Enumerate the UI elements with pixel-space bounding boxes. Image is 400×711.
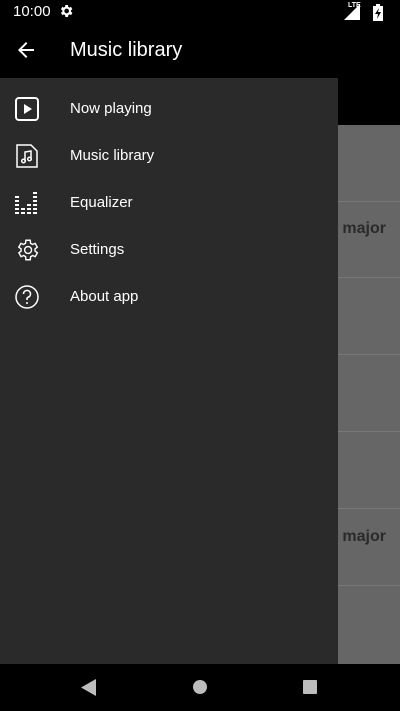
app-bar: Music library [0, 24, 400, 78]
music-file-icon [16, 144, 38, 168]
status-bar: 10:00 LTE [0, 0, 400, 24]
signal-icon [344, 4, 360, 20]
gear-icon [17, 239, 39, 261]
drawer-item-equalizer[interactable]: Equalizer [0, 180, 338, 226]
home-circle-icon[interactable] [192, 679, 208, 695]
settings-gear-icon [60, 5, 73, 17]
back-triangle-icon[interactable] [81, 679, 97, 696]
drawer-item-about-app[interactable]: About app [0, 274, 338, 320]
system-nav-bar [0, 664, 400, 711]
arrow-back-icon[interactable] [14, 38, 38, 62]
navigation-drawer: Now playing Music library Equalizer Sett… [0, 78, 338, 664]
drawer-item-label: Equalizer [70, 194, 133, 211]
status-time: 10:00 [13, 3, 51, 20]
drawer-item-settings[interactable]: Settings [0, 227, 338, 273]
page-title: Music library [70, 39, 183, 61]
list-item[interactable]: major [342, 528, 386, 546]
drawer-item-now-playing[interactable]: Now playing [0, 86, 338, 132]
equalizer-icon [15, 192, 37, 214]
drawer-item-label: Music library [70, 147, 155, 164]
drawer-item-music-library[interactable]: Music library [0, 133, 338, 179]
battery-charging-icon [373, 4, 383, 21]
drawer-item-label: About app [70, 288, 139, 305]
recents-square-icon[interactable] [303, 680, 317, 694]
drawer-item-label: Settings [70, 241, 125, 258]
drawer-item-label: Now playing [70, 100, 152, 117]
list-item[interactable]: major [342, 220, 386, 238]
play-icon [15, 97, 39, 121]
help-icon [15, 285, 39, 309]
